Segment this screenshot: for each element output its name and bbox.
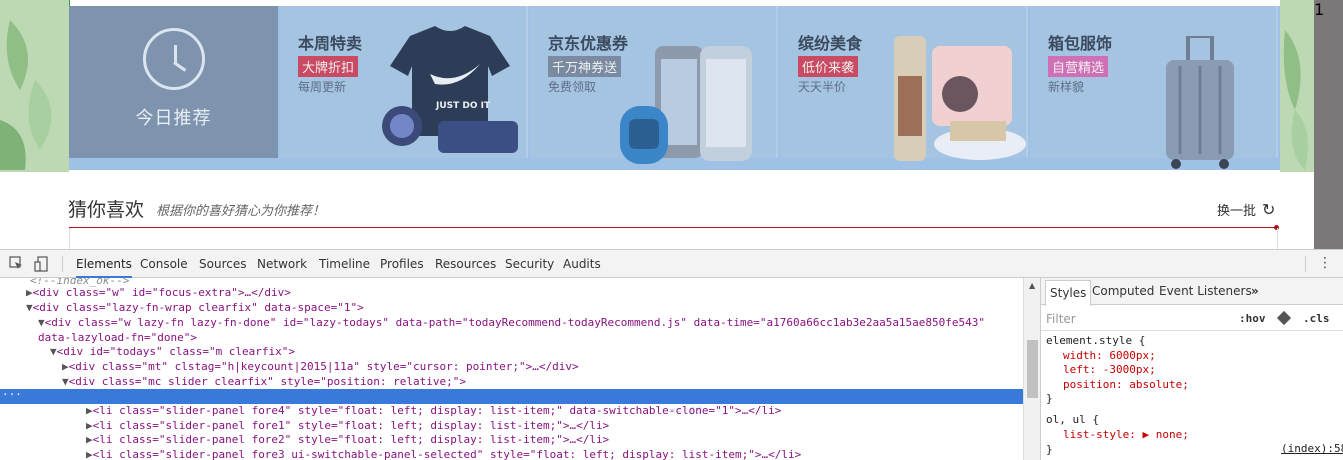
tab-computed[interactable]: Computed (1092, 278, 1154, 305)
tab-sources[interactable]: Sources (199, 250, 246, 278)
guess-you-like-content (69, 228, 1278, 249)
rule-selector: element.style { (1046, 334, 1146, 347)
device-mode-icon[interactable] (33, 256, 49, 272)
suitcase-image (1166, 36, 1234, 169)
tab-console[interactable]: Console (140, 250, 188, 278)
rule-property[interactable]: left: -3000px; (1063, 363, 1156, 378)
rule-property[interactable]: position: absolute; (1063, 378, 1189, 393)
elements-scrollbar[interactable]: ▲ (1023, 278, 1040, 460)
promo-subtitle: 免费领取 (548, 80, 597, 94)
devtools-panel: Elements Console Sources Network Timelin… (0, 249, 1343, 460)
tab-styles[interactable]: Styles (1045, 280, 1092, 306)
dom-line[interactable]: ▶<li class="slider-panel fore4" style="f… (86, 404, 1023, 419)
tab-profiles[interactable]: Profiles (380, 250, 424, 278)
dom-line[interactable]: ▼<div class="lazy-fn-wrap clearfix" data… (26, 301, 1023, 316)
dom-line[interactable]: ▼<div class="mc slider clearfix" style="… (62, 375, 1023, 390)
tab-network[interactable]: Network (257, 250, 307, 278)
tab-resources[interactable]: Resources (435, 250, 496, 278)
clock-icon (142, 28, 205, 90)
snack-bottle-image (894, 36, 1026, 161)
promo-tag: 自营精选 (1048, 56, 1109, 77)
phone-band-image (620, 46, 752, 164)
guess-you-like-subtitle: 根据你的喜好猜心为你推荐！ (156, 204, 326, 219)
refresh-label: 换一批 (1217, 204, 1257, 219)
leaf-decoration-right (1280, 0, 1314, 172)
tshirt-watch-image: JUST DO IT (382, 26, 518, 153)
promo-subtitle: 新样貌 (1048, 80, 1085, 94)
dom-line[interactable]: ▶<div class="mt" clstag="h|keycount|2015… (62, 360, 1023, 375)
styles-tabbar: Styles Computed Event Listeners » (1041, 278, 1343, 306)
promo-subtitle: 每周更新 (298, 80, 347, 94)
dom-line-selected[interactable]: ··· ▼<ul class="slider-main" style="width… (0, 388, 1023, 417)
rule-close: } (1046, 392, 1053, 405)
website-viewport: 今日推荐 本周特卖 大牌折扣 每周更新 JUST DO IT 京东优惠券 千万神… (0, 0, 1343, 249)
leaf-decoration-left (0, 0, 69, 172)
devtools-menu-icon[interactable]: ⋮ (1318, 255, 1332, 271)
promo-title: 缤纷美食 (798, 34, 863, 53)
dom-line[interactable]: ▼<div class="w lazy-fn lazy-fn-done" id=… (38, 316, 1023, 331)
promo-card-coupons[interactable]: 京东优惠券 千万神券送 免费领取 (530, 6, 778, 164)
dom-line[interactable]: ▶<li class="slider-panel fore3 ui-switch… (86, 448, 1023, 460)
promo-card-weekly-sale[interactable]: 本周特卖 大牌折扣 每周更新 JUST DO IT (280, 6, 528, 158)
today-recommend-panel[interactable]: 今日推荐 (69, 6, 278, 158)
promo-tag: 大牌折扣 (298, 56, 359, 77)
tab-security[interactable]: Security (505, 250, 554, 278)
elements-dom-tree: <!--index_ok--> ▶<div class="w" id="focu… (0, 278, 1023, 460)
tab-event-listeners[interactable]: Event Listeners (1159, 278, 1252, 305)
scrollbar-thumb[interactable] (1027, 340, 1038, 398)
rule-close: } (1046, 443, 1053, 456)
tab-timeline[interactable]: Timeline (319, 250, 370, 278)
dom-line[interactable]: data-lazyload-fn="done"> (38, 331, 1023, 346)
tab-elements[interactable]: Elements (76, 250, 132, 278)
styles-filter-input[interactable]: Filter (1046, 312, 1076, 326)
rule-source-link[interactable]: (index):58 (1281, 442, 1343, 455)
dom-line[interactable]: ▶<li class="slider-panel fore1" style="f… (86, 419, 1023, 434)
dom-line[interactable]: ▶<li class="slider-panel fore2" style="f… (86, 433, 1023, 448)
promo-card-food[interactable]: 缤纷美食 低价来袭 天天半价 (780, 6, 1028, 161)
refresh-batch-button[interactable]: 换一批 ↻ (1217, 200, 1275, 219)
promo-title: 箱包服饰 (1048, 34, 1113, 53)
guess-you-like-title: 猜你喜欢 (68, 199, 145, 221)
hover-state-toggle[interactable]: :hov (1239, 312, 1266, 325)
new-rule-icon[interactable] (1276, 310, 1292, 326)
toolbar-separator (1305, 256, 1306, 272)
more-actions-icon[interactable]: ··· (2, 388, 22, 403)
styles-separator (1041, 330, 1343, 331)
dom-line[interactable]: ▼<div id="todays" class="m clearfix"> (50, 345, 1023, 360)
rule-property[interactable]: width: 6000px; (1063, 349, 1156, 364)
scroll-up-icon[interactable]: ▲ (1029, 281, 1035, 290)
inspect-element-icon[interactable] (8, 256, 24, 272)
promo-title: 本周特卖 (298, 34, 363, 53)
tshirt-slogan: JUST DO IT (435, 101, 491, 111)
dom-line[interactable]: ▶<div class="w" id="focus-extra">…</div> (26, 286, 1023, 301)
cart-count-badge: 1 (1314, 0, 1343, 249)
promo-tag: 低价来袭 (798, 56, 859, 77)
styles-sidebar: Styles Computed Event Listeners » Filter… (1040, 278, 1343, 460)
promo-card-bags[interactable]: 箱包服饰 自营精选 新样貌 (1030, 6, 1278, 169)
rule-property[interactable]: list-style: ▶ none; (1063, 428, 1189, 443)
toolbar-separator (62, 256, 63, 272)
more-tabs-icon[interactable]: » (1251, 278, 1259, 305)
promo-tag: 千万神券送 (548, 56, 622, 77)
tab-audits[interactable]: Audits (563, 250, 601, 278)
today-recommend-label: 今日推荐 (135, 108, 212, 129)
devtools-tabbar: Elements Console Sources Network Timelin… (0, 250, 1343, 278)
class-toggle[interactable]: .cls (1303, 312, 1330, 325)
rule-selector: ol, ul { (1046, 413, 1099, 426)
promo-subtitle: 天天半价 (798, 80, 847, 94)
refresh-icon: ↻ (1262, 200, 1276, 219)
